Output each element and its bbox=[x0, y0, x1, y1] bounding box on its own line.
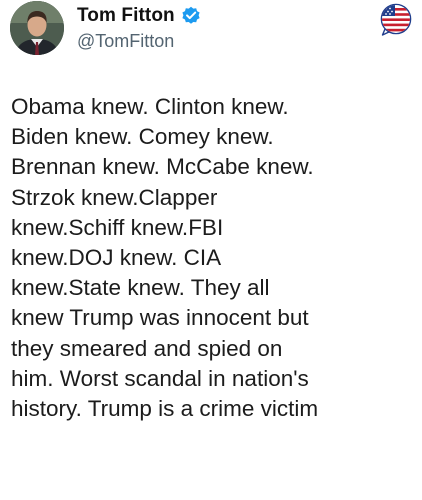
profile-avatar[interactable] bbox=[10, 1, 64, 55]
avatar-image bbox=[10, 1, 64, 55]
author-handle[interactable]: @TomFitton bbox=[77, 31, 174, 52]
author-name-row: Tom Fitton bbox=[77, 3, 201, 29]
verified-check-icon bbox=[181, 6, 201, 26]
tweet-card: Tom Fitton @TomFitton Obama knew. Clinto… bbox=[0, 0, 422, 500]
author-display-name[interactable]: Tom Fitton bbox=[77, 5, 175, 27]
tweet-text: Obama knew. Clinton knew. Biden knew. Co… bbox=[11, 94, 319, 422]
us-flag-speech-bubble-icon bbox=[379, 3, 413, 37]
